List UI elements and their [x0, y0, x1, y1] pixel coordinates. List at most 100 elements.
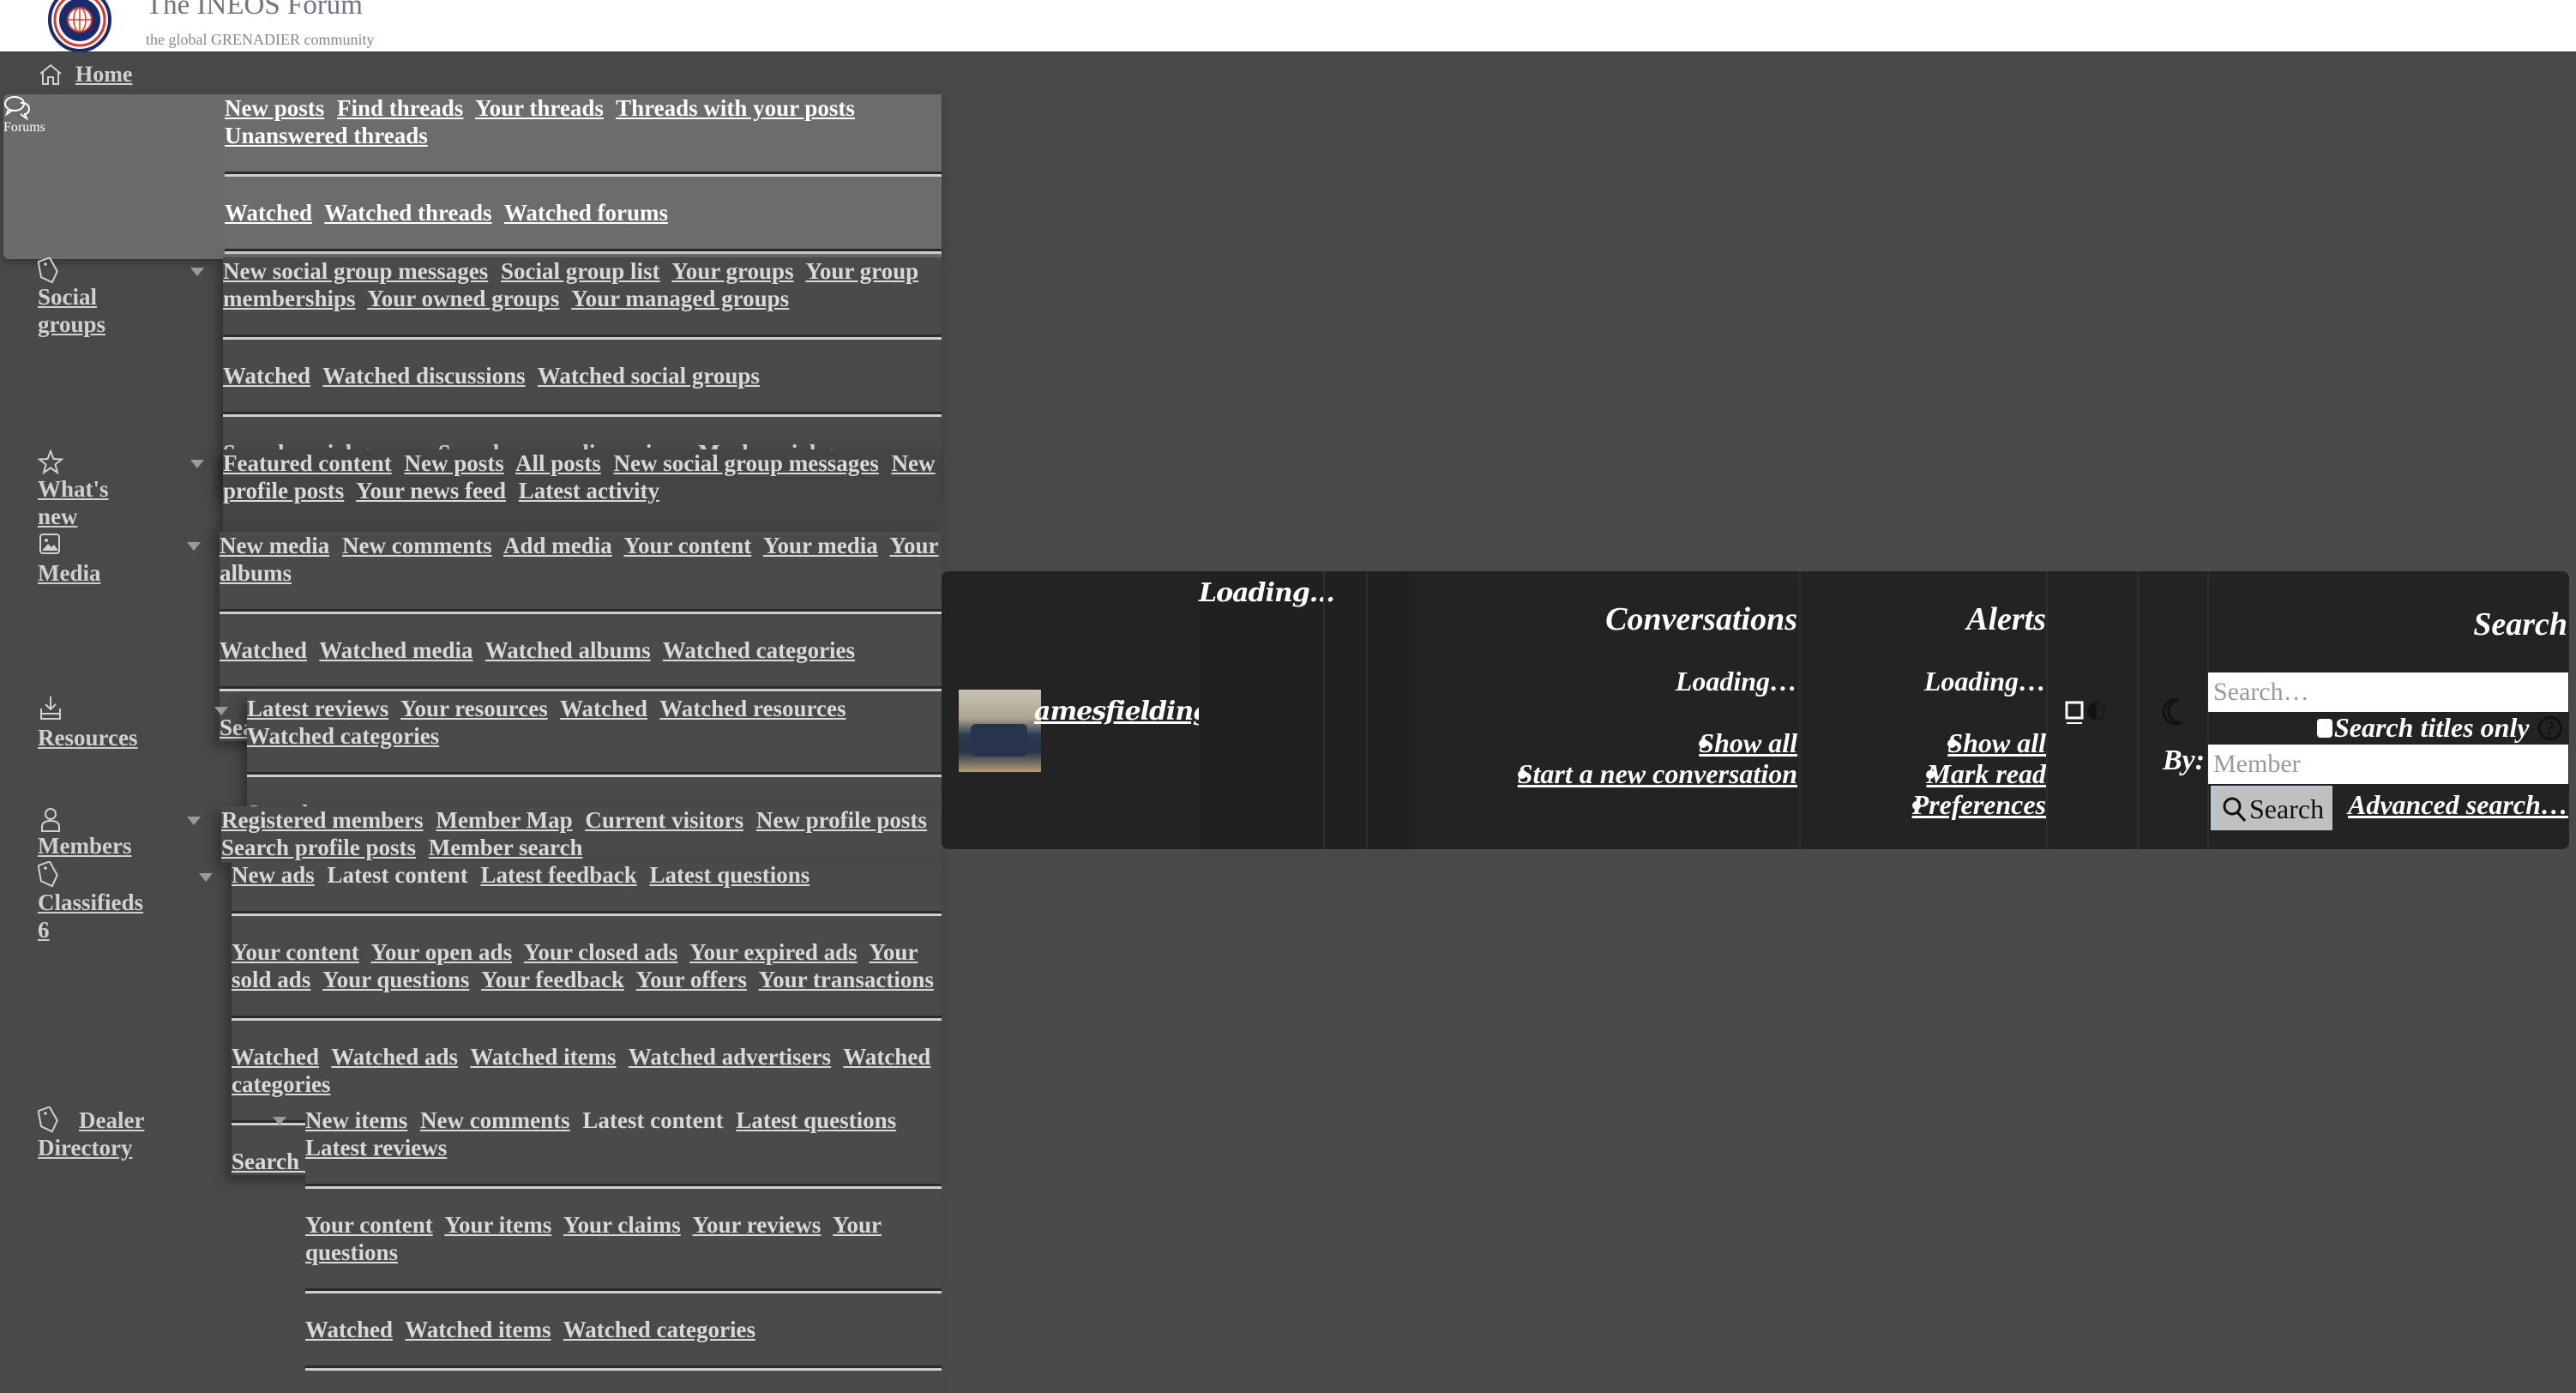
alerts-title[interactable]: Alerts	[1966, 600, 2046, 638]
submenu-link[interactable]: Your feedback	[481, 967, 624, 992]
submenu-link[interactable]: Latest activity	[519, 478, 659, 504]
submenu-link[interactable]: Watched forums	[504, 200, 668, 226]
submenu-link[interactable]: Watched	[225, 200, 312, 226]
member-input[interactable]	[2208, 745, 2568, 784]
submenu-link[interactable]: Watched threads	[324, 200, 491, 226]
style-toggle-cell[interactable]	[2048, 571, 2139, 849]
submenu-link[interactable]: Your questions	[322, 967, 469, 992]
submenu-link[interactable]: Your content	[232, 939, 359, 965]
nav-label[interactable]: Resources	[38, 724, 158, 751]
account-menu[interactable]: amesfielding	[942, 571, 1211, 849]
submenu-link[interactable]: Watched	[232, 1044, 319, 1070]
alert-preferences-link[interactable]: Preferences	[1912, 789, 2046, 820]
moon-icon[interactable]	[2159, 696, 2185, 727]
classifieds-badge[interactable]: 6	[38, 917, 50, 943]
submenu-link[interactable]: Watched ads	[331, 1044, 458, 1070]
nav-label[interactable]: Classifieds 6	[38, 889, 158, 944]
caret-down-icon[interactable]	[199, 873, 213, 882]
submenu-link[interactable]: New comments	[342, 533, 492, 558]
submenu-link[interactable]: Your open ads	[371, 939, 513, 965]
submenu-link[interactable]: New social group messages	[614, 450, 879, 476]
search-title[interactable]: Search	[2473, 606, 2567, 643]
submenu-link[interactable]: Watched	[220, 637, 307, 663]
nav-label[interactable]: Forums	[3, 120, 98, 136]
submenu-link[interactable]: Latest reviews	[247, 696, 388, 721]
show-all-alerts-link[interactable]: Show all	[1947, 727, 2046, 758]
start-conversation-link[interactable]: Start a new conversation	[1518, 758, 1797, 789]
submenu-link[interactable]: Your transactions	[759, 967, 934, 992]
submenu-link[interactable]: New social group messages	[223, 258, 488, 284]
search-submit-button[interactable]: Search	[2211, 786, 2333, 830]
submenu-link[interactable]: New ads	[232, 862, 315, 888]
submenu-link[interactable]: Search profile posts	[221, 835, 416, 860]
mark-alerts-read-link[interactable]: Mark read	[1926, 758, 2046, 789]
submenu-link[interactable]: New posts	[404, 450, 503, 476]
submenu-link[interactable]: New profile posts	[756, 807, 927, 833]
submenu-link[interactable]: Your resources	[400, 696, 548, 721]
submenu-link[interactable]: Registered members	[221, 807, 424, 833]
nav-label[interactable]: What's new	[38, 475, 132, 530]
submenu-link[interactable]: Your threads	[475, 95, 604, 121]
submenu-link[interactable]: Watched categories	[247, 723, 439, 749]
submenu-link[interactable]: Your expired ads	[689, 939, 858, 965]
titles-only-label[interactable]: Search titles only	[2334, 712, 2530, 744]
submenu-link[interactable]: Add media	[503, 533, 612, 558]
grenadier-globe-logo[interactable]	[48, 0, 111, 51]
submenu-link[interactable]: Watched	[560, 696, 647, 721]
submenu-link[interactable]: Latest feedback	[480, 862, 636, 888]
submenu-link[interactable]: Watched resources	[659, 696, 846, 721]
submenu-link[interactable]: Your reviews	[693, 1212, 822, 1238]
dark-mode-cell[interactable]	[2139, 571, 2209, 849]
caret-down-icon[interactable]	[273, 1117, 286, 1125]
nav-home[interactable]: Home	[38, 62, 132, 87]
caret-down-icon[interactable]	[190, 268, 204, 276]
help-icon[interactable]: ?	[2537, 715, 2562, 740]
submenu-link[interactable]: Watched albums	[485, 637, 651, 663]
submenu-link[interactable]: Watched	[305, 1317, 393, 1342]
submenu-link[interactable]: Watched categories	[663, 637, 855, 663]
conversations-title[interactable]: Conversations	[1605, 600, 1797, 638]
submenu-link[interactable]: Your content	[623, 533, 751, 558]
submenu-link[interactable]: Watched social groups	[538, 363, 760, 389]
site-title[interactable]: The INEOS Forum	[146, 0, 363, 21]
submenu-link[interactable]: Member Map	[436, 807, 572, 833]
caret-down-icon[interactable]	[187, 817, 201, 825]
caret-down-icon[interactable]	[187, 542, 201, 551]
submenu-link[interactable]: Your groups	[671, 258, 793, 284]
submenu-link[interactable]: Threads with your posts	[616, 95, 855, 121]
nav-label[interactable]: Members	[38, 832, 158, 859]
display-toggle-icon[interactable]	[2065, 700, 2116, 726]
submenu-link[interactable]: Latest questions	[736, 1107, 896, 1133]
nav-label[interactable]: Media	[38, 559, 132, 587]
submenu-link[interactable]: New items	[305, 1107, 407, 1133]
caret-down-icon[interactable]	[190, 460, 204, 468]
titles-only-checkbox[interactable]	[2317, 718, 2332, 738]
submenu-link[interactable]: Your owned groups	[367, 286, 559, 311]
caret-down-icon[interactable]	[214, 707, 228, 715]
submenu-link[interactable]: Your managed groups	[571, 286, 789, 311]
submenu-link[interactable]: Your news feed	[356, 478, 506, 504]
submenu-link[interactable]: Your offers	[636, 967, 747, 992]
submenu-link[interactable]: Watched media	[319, 637, 472, 663]
submenu-link[interactable]: Watched discussions	[322, 363, 525, 389]
submenu-link[interactable]: Member search	[429, 835, 583, 860]
submenu-link[interactable]: Watched categories	[563, 1317, 755, 1342]
submenu-link[interactable]: Watched advertisers	[629, 1044, 831, 1070]
username-link[interactable]: amesfielding	[1034, 696, 1211, 727]
submenu-link[interactable]: All posts	[515, 450, 601, 476]
submenu-link[interactable]: Latest questions	[649, 862, 810, 888]
submenu-link[interactable]: Your items	[445, 1212, 552, 1238]
advanced-search-link[interactable]: Advanced search…	[2348, 789, 2568, 821]
submenu-link[interactable]: Latest reviews	[305, 1135, 447, 1161]
submenu-link[interactable]: Your closed ads	[524, 939, 678, 965]
nav-home-link[interactable]: Home	[75, 62, 132, 87]
submenu-link[interactable]: Social group list	[501, 258, 660, 284]
nav-label[interactable]: Dealer Directory	[38, 1107, 166, 1161]
submenu-link[interactable]: Your media	[763, 533, 878, 558]
submenu-link[interactable]: New media	[220, 533, 329, 558]
submenu-link[interactable]: Your content	[305, 1212, 433, 1238]
submenu-link[interactable]: Unanswered threads	[225, 123, 428, 148]
search-query-input[interactable]	[2208, 672, 2568, 712]
submenu-link[interactable]: Current visitors	[585, 807, 743, 833]
submenu-link[interactable]: Your claims	[563, 1212, 681, 1238]
